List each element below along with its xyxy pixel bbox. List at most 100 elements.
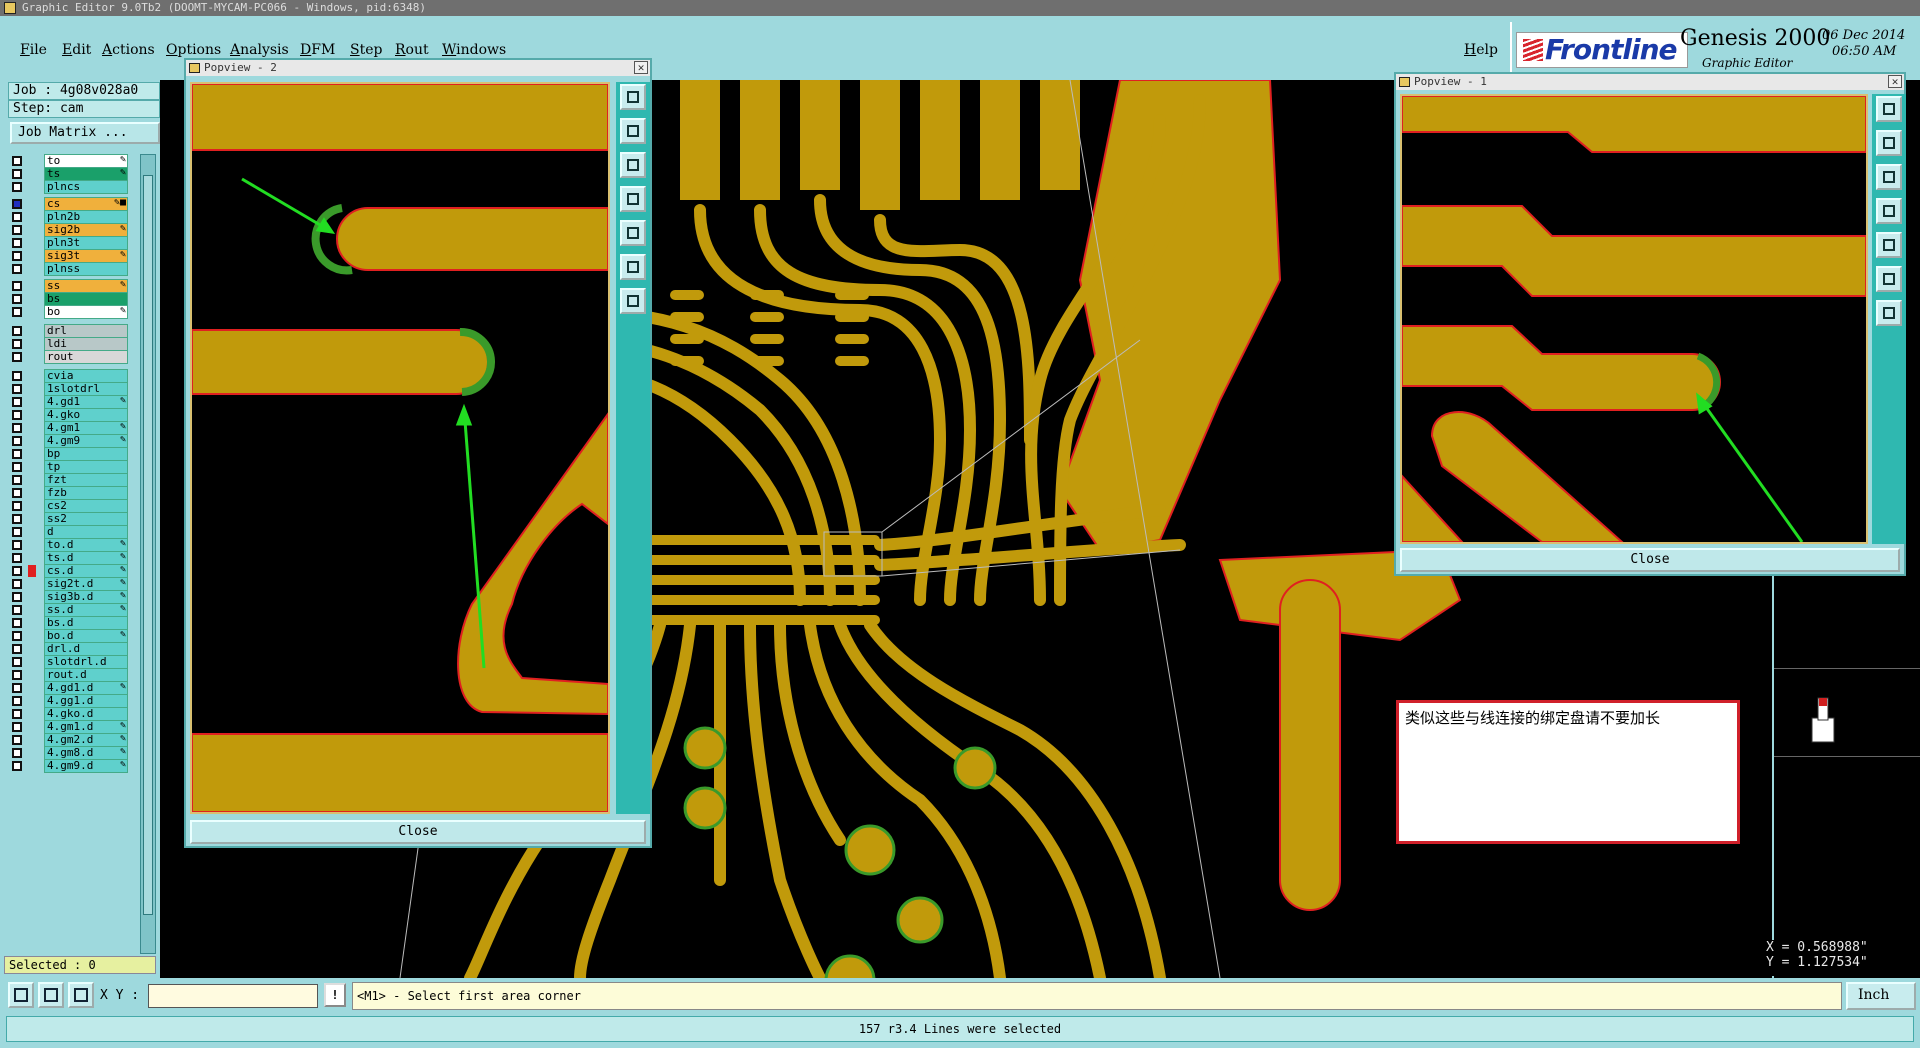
layer-name[interactable]: sig3t: [44, 249, 128, 263]
pv-zoom-out-button[interactable]: [1876, 164, 1902, 190]
layer-name[interactable]: 4.gm1: [44, 421, 128, 435]
layer-checkbox[interactable]: [12, 735, 22, 745]
warning-button[interactable]: !: [324, 983, 346, 1007]
layer-row[interactable]: 4.gm1.d ✎: [10, 720, 130, 734]
layer-checkbox[interactable]: [12, 238, 22, 248]
layer-name[interactable]: cs.d: [44, 564, 128, 578]
layer-name[interactable]: cs2: [44, 499, 128, 513]
layer-row[interactable]: ss2: [10, 512, 130, 526]
menu-rout[interactable]: Rout: [395, 42, 429, 58]
layer-name[interactable]: 1slotdrl: [44, 382, 128, 396]
popview-2-close-x-icon[interactable]: ✕: [634, 61, 648, 74]
layer-row[interactable]: to ✎: [10, 154, 130, 168]
layer-row[interactable]: ts.d ✎: [10, 551, 130, 565]
layer-name[interactable]: ts.d: [44, 551, 128, 565]
layer-checkbox[interactable]: [12, 644, 22, 654]
layer-name[interactable]: ss.d: [44, 603, 128, 617]
layer-row[interactable]: 4.gd1 ✎: [10, 395, 130, 409]
layer-row[interactable]: fzt: [10, 473, 130, 487]
layer-name[interactable]: 4.gd1: [44, 395, 128, 409]
layer-checkbox[interactable]: [12, 514, 22, 524]
layer-checkbox[interactable]: [12, 618, 22, 628]
layer-checkbox[interactable]: [12, 540, 22, 550]
layer-row[interactable]: bo.d ✎: [10, 629, 130, 643]
layer-checkbox[interactable]: [12, 212, 22, 222]
layer-row[interactable]: bo ✎: [10, 305, 130, 319]
popview-1-view[interactable]: [1400, 94, 1868, 544]
layer-row[interactable]: sig3b.d ✎: [10, 590, 130, 604]
layer-name[interactable]: fzt: [44, 473, 128, 487]
layer-row[interactable]: sig2b ✎: [10, 223, 130, 237]
layer-name[interactable]: cvia: [44, 369, 128, 383]
layer-checkbox[interactable]: [12, 527, 22, 537]
layer-checkbox[interactable]: [12, 352, 22, 362]
layer-checkbox[interactable]: [12, 449, 22, 459]
layer-name[interactable]: 4.gko.d: [44, 707, 128, 721]
layer-checkbox[interactable]: [12, 696, 22, 706]
layer-name[interactable]: bp: [44, 447, 128, 461]
layer-name[interactable]: ts: [44, 167, 128, 181]
layer-checkbox[interactable]: [12, 761, 22, 771]
layer-name[interactable]: fzb: [44, 486, 128, 500]
pv-zoom-out-button[interactable]: [620, 152, 646, 178]
layer-name[interactable]: bs: [44, 292, 128, 306]
layer-checkbox[interactable]: [12, 294, 22, 304]
layer-row[interactable]: cvia: [10, 369, 130, 383]
scrollbar-thumb[interactable]: [143, 175, 153, 915]
layer-row[interactable]: bs.d: [10, 616, 130, 630]
layer-name[interactable]: bo.d: [44, 629, 128, 643]
menu-step[interactable]: Step: [350, 42, 382, 58]
layer-name[interactable]: pln2b: [44, 210, 128, 224]
pv-pan-left-button[interactable]: [620, 186, 646, 212]
layer-name[interactable]: tp: [44, 460, 128, 474]
layer-row[interactable]: 4.gm9.d ✎: [10, 759, 130, 773]
layer-checkbox[interactable]: [12, 748, 22, 758]
layer-row[interactable]: 4.gm2.d ✎: [10, 733, 130, 747]
layer-name[interactable]: 4.gko: [44, 408, 128, 422]
layer-name[interactable]: bo: [44, 305, 128, 319]
layer-row[interactable]: pln2b: [10, 210, 130, 224]
units-button[interactable]: Inch: [1846, 982, 1916, 1010]
xy-input[interactable]: [148, 984, 318, 1008]
layer-name[interactable]: 4.gd1.d: [44, 681, 128, 695]
snap-button[interactable]: [8, 982, 34, 1008]
menu-edit[interactable]: Edit: [62, 42, 91, 58]
pv-pan-left-button[interactable]: [1876, 198, 1902, 224]
popview-2-title-bar[interactable]: Popview - 2 ✕: [186, 60, 650, 76]
layer-name[interactable]: sig3b.d: [44, 590, 128, 604]
layer-name[interactable]: plncs: [44, 180, 128, 194]
layer-checkbox[interactable]: [12, 579, 22, 589]
layer-checkbox[interactable]: [12, 326, 22, 336]
layer-row[interactable]: 4.gm1 ✎: [10, 421, 130, 435]
layer-row[interactable]: ss.d ✎: [10, 603, 130, 617]
layer-checkbox[interactable]: [12, 397, 22, 407]
layer-list-scrollbar[interactable]: [140, 154, 156, 954]
layer-row[interactable]: 4.gm8.d ✎: [10, 746, 130, 760]
layer-checkbox[interactable]: [12, 281, 22, 291]
layer-checkbox[interactable]: [12, 553, 22, 563]
layer-row[interactable]: ts ✎: [10, 167, 130, 181]
layer-row[interactable]: d: [10, 525, 130, 539]
layer-checkbox[interactable]: [12, 462, 22, 472]
layer-name[interactable]: ldi: [44, 337, 128, 351]
popview-2-close-button[interactable]: Close: [190, 820, 646, 844]
layer-checkbox[interactable]: [12, 657, 22, 667]
layer-name[interactable]: 4.gm1.d: [44, 720, 128, 734]
layer-name[interactable]: drl.d: [44, 642, 128, 656]
layer-row[interactable]: slotdrl.d: [10, 655, 130, 669]
layer-row[interactable]: cs2: [10, 499, 130, 513]
layer-checkbox[interactable]: [12, 709, 22, 719]
layer-name[interactable]: slotdrl.d: [44, 655, 128, 669]
layer-row[interactable]: fzb: [10, 486, 130, 500]
layer-checkbox[interactable]: [12, 307, 22, 317]
layer-row[interactable]: drl: [10, 324, 130, 338]
menu-windows[interactable]: Windows: [442, 42, 506, 58]
layer-checkbox[interactable]: [12, 339, 22, 349]
layer-name[interactable]: rout.d: [44, 668, 128, 682]
pv-fit-button[interactable]: [620, 254, 646, 280]
pv-center-button[interactable]: [1876, 300, 1902, 326]
layer-name[interactable]: to: [44, 154, 128, 168]
menu-help[interactable]: Help: [1464, 42, 1498, 58]
layer-checkbox[interactable]: [12, 225, 22, 235]
layer-name[interactable]: ss: [44, 279, 128, 293]
